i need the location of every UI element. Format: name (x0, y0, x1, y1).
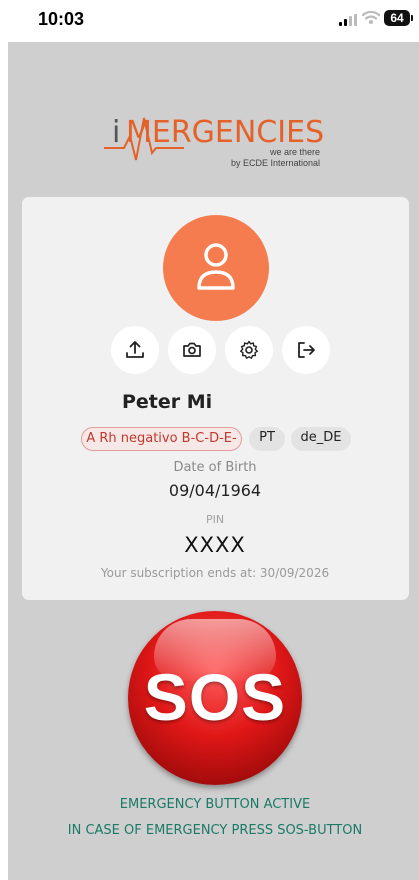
svg-text:i: i (112, 115, 120, 150)
logo-byline-text: by ECDE International (230, 158, 320, 168)
battery-indicator: 64 (384, 10, 413, 26)
wifi-icon (361, 9, 381, 25)
sos-label: SOS (143, 660, 287, 734)
pin-label: PIN (205, 513, 225, 526)
status-time: 10:03 (38, 9, 85, 29)
status-bar: 10:03 64 (0, 0, 419, 42)
logout-icon (298, 342, 315, 358)
signal-icon (339, 14, 357, 26)
user-icon (197, 243, 235, 290)
svg-text:MERGENCIES: MERGENCIES (126, 115, 324, 150)
country-badge: PT (249, 427, 285, 451)
avatar[interactable] (163, 215, 269, 321)
dob-label: Date of Birth (173, 460, 257, 475)
gear-icon (240, 340, 258, 359)
profile-name: Peter Mi (122, 391, 213, 413)
sos-button[interactable]: SOS (128, 611, 302, 785)
locale-badge: de_DE (291, 427, 351, 451)
app-logo: i MERGENCIES we are there by ECDE Intern… (104, 78, 324, 178)
pin-value: XXXX (184, 533, 246, 557)
upload-icon (126, 341, 144, 358)
logo-tagline: we are there by ECDE International (231, 147, 320, 169)
upload-button[interactable] (111, 326, 159, 374)
camera-icon (183, 342, 201, 357)
dob-value: 09/04/1964 (168, 481, 262, 500)
logout-button[interactable] (282, 326, 330, 374)
logo-tagline-text: we are there (269, 147, 320, 157)
blood-type-badge: A Rh negativo B-C-D-E- (81, 427, 242, 451)
camera-button[interactable] (168, 326, 216, 374)
subscription-text: Your subscription ends at: 30/09/2026 (100, 566, 330, 580)
emergency-status-text: EMERGENCY BUTTON ACTIVE (119, 797, 311, 812)
settings-button[interactable] (225, 326, 273, 374)
emergency-instruction-text: IN CASE OF EMERGENCY PRESS SOS-BUTTON (67, 823, 363, 838)
